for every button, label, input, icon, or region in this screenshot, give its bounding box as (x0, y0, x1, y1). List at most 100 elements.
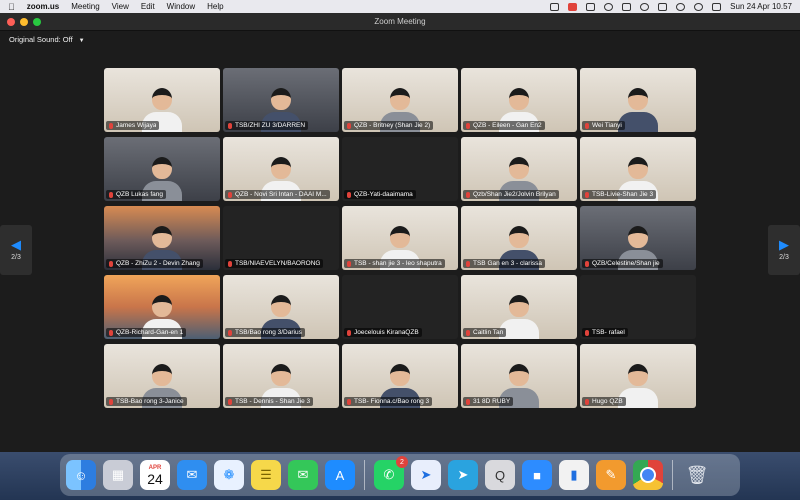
participant-tile[interactable]: Qzb/Shan Jie2/Jolvin Brilyan (461, 137, 577, 201)
menu-datetime[interactable]: Sun 24 Apr 10.57 (730, 2, 792, 11)
participant-tile[interactable]: TSB-Bao rong 3-Janice (104, 344, 220, 408)
participant-tile[interactable]: TSB-Livie-Shan Jie 3 (580, 137, 696, 201)
participant-name: TSB - shan jie 3 - leo shaputra (354, 260, 442, 267)
menu-view[interactable]: View (112, 2, 129, 11)
messages-icon[interactable]: ✉ (288, 460, 318, 490)
battery-icon[interactable] (658, 2, 668, 11)
trash-icon[interactable]: 🗑 (682, 460, 712, 490)
adobe-icon[interactable] (622, 2, 632, 11)
chrome-icon[interactable] (633, 460, 663, 490)
participant-name: TSB-Livie-Shan Jie 3 (592, 191, 654, 198)
keynote-icon[interactable]: ▮ (559, 460, 589, 490)
menu-help[interactable]: Help (207, 2, 223, 11)
participant-name: TSB/ZHI ZU 3/DARREN (235, 122, 306, 129)
mic-muted-icon (347, 398, 351, 405)
menu-window[interactable]: Window (167, 2, 195, 11)
participant-tile[interactable]: TSB Gan en 3 - clarissa (461, 206, 577, 270)
participant-tile[interactable]: QZB-Yati-daaimama (342, 137, 458, 201)
participant-name-tag: TSB/NIAEVELYN/BAORONG (225, 259, 324, 268)
participant-name: TSB/NIAEVELYN/BAORONG (235, 260, 321, 267)
original-sound-toggle[interactable]: Original Sound: Off ▼ (9, 35, 85, 44)
participant-tile[interactable]: TSB/ZHI ZU 3/DARREN (223, 68, 339, 132)
next-page-button[interactable]: ▶ 2/3 (768, 225, 800, 275)
dock-separator (672, 460, 673, 490)
mic-muted-icon (585, 260, 589, 267)
participant-name: Wei Tianyi (592, 122, 622, 129)
participant-tile[interactable]: QZB - Britney (Shan Jie 2) (342, 68, 458, 132)
participant-tile[interactable]: QZB - ZhiZu 2 - Devin Zhang (104, 206, 220, 270)
whatsapp-icon[interactable]: ✆ 2 (374, 456, 408, 490)
mic-muted-icon (585, 122, 589, 129)
quicktime-icon[interactable]: Q (485, 460, 515, 490)
participant-tile[interactable]: Caitlin Tan (461, 275, 577, 339)
menu-bar:  zoom.us Meeting View Edit Window Help … (0, 0, 800, 13)
dropbox-icon[interactable] (586, 2, 596, 11)
mic-muted-icon (228, 329, 232, 336)
participant-name-tag: QZB - Britney (Shan Jie 2) (344, 121, 434, 130)
testflight-icon[interactable]: ➤ (411, 460, 441, 490)
bluetooth-icon[interactable] (640, 2, 650, 11)
participant-name: James Wijaya (116, 122, 157, 129)
finder-icon[interactable]: ☺ (66, 460, 96, 490)
page-indicator-right: 2/3 (779, 254, 789, 261)
participant-tile[interactable]: Wei Tianyi (580, 68, 696, 132)
mic-muted-icon (109, 191, 113, 198)
mic-muted-icon (466, 191, 470, 198)
participant-tile[interactable]: TSB- rafael (580, 275, 696, 339)
mic-muted-icon (347, 260, 351, 267)
participant-tile[interactable]: TSB - shan jie 3 - leo shaputra (342, 206, 458, 270)
participant-name-tag: Wei Tianyi (582, 121, 625, 130)
participant-name-tag: TSB - shan jie 3 - leo shaputra (344, 259, 445, 268)
participant-tile[interactable]: QZB-Richard-Gan-en 1 (104, 275, 220, 339)
participant-name: 31 8D RUBY (473, 398, 511, 405)
participant-name-tag: QZB - Eileen - Gan En2 (463, 121, 545, 130)
participant-name-tag: TSB Gan en 3 - clarissa (463, 259, 545, 268)
control-center-icon[interactable] (712, 2, 722, 11)
menu-meeting[interactable]: Meeting (71, 2, 99, 11)
zoom-status-icon[interactable] (604, 2, 614, 11)
chevron-down-icon: ▼ (78, 38, 85, 44)
participant-name-tag: TSB- rafael (582, 328, 628, 337)
notes-icon[interactable]: ☰ (251, 460, 281, 490)
status-icon[interactable] (550, 2, 560, 11)
participant-name: TSB/Bao rong 3/Darius (235, 329, 302, 336)
participant-tile[interactable]: QZB Lukas fang (104, 137, 220, 201)
participant-tile[interactable]: QZB/Celestine/Shan jie (580, 206, 696, 270)
search-icon[interactable] (694, 2, 704, 11)
safari-icon[interactable]: ❁ (214, 460, 244, 490)
participant-name: QZB - ZhiZu 2 - Devin Zhang (116, 260, 200, 267)
participant-tile[interactable]: TSB - Dennis - Shan Jie 3 (223, 344, 339, 408)
mail-icon[interactable]: ✉ (177, 460, 207, 490)
mic-muted-icon (228, 122, 232, 129)
participant-tile[interactable]: James Wijaya (104, 68, 220, 132)
launchpad-icon[interactable]: ▦ (103, 460, 133, 490)
mic-muted-icon (228, 191, 232, 198)
participant-tile[interactable]: QZB - Novi Sri Intan - DAAI M... (223, 137, 339, 201)
participant-tile[interactable]: 31 8D RUBY (461, 344, 577, 408)
participant-tile[interactable]: TSB/Bao rong 3/Darius (223, 275, 339, 339)
participant-tile[interactable]: TSB/NIAEVELYN/BAORONG (223, 206, 339, 270)
recording-icon[interactable] (568, 2, 578, 11)
participant-tile[interactable]: TSB- Fionna.c/Bao rong 3 (342, 344, 458, 408)
title-bar: Zoom Meeting (0, 13, 800, 31)
appstore-icon[interactable]: A (325, 460, 355, 490)
wifi-icon[interactable] (676, 2, 686, 11)
previous-page-button[interactable]: ◀ 2/3 (0, 225, 32, 275)
telegram-icon[interactable]: ➤ (448, 460, 478, 490)
participant-name-tag: TSB-Bao rong 3-Janice (106, 397, 187, 406)
participant-tile[interactable]: QZB - Eileen - Gan En2 (461, 68, 577, 132)
menu-app-name[interactable]: zoom.us (27, 2, 59, 11)
participant-name-tag: QZB - ZhiZu 2 - Devin Zhang (106, 259, 203, 268)
zoom-icon[interactable]: ■ (522, 460, 552, 490)
pages-icon[interactable]: ✎ (596, 460, 626, 490)
participant-name: QZB - Novi Sri Intan - DAAI M... (235, 191, 327, 198)
apple-menu-icon[interactable]:  (8, 2, 15, 12)
participant-tile[interactable]: Hugo QZB (580, 344, 696, 408)
participant-tile[interactable]: Joecelouis KiranaQZB (342, 275, 458, 339)
participant-name-tag: TSB/Bao rong 3/Darius (225, 328, 305, 337)
participant-name: QZB-Yati-daaimama (354, 191, 413, 198)
menu-edit[interactable]: Edit (141, 2, 155, 11)
mic-muted-icon (466, 398, 470, 405)
participant-name: Qzb/Shan Jie2/Jolvin Brilyan (473, 191, 556, 198)
calendar-icon[interactable]: APR 24 (140, 460, 170, 490)
